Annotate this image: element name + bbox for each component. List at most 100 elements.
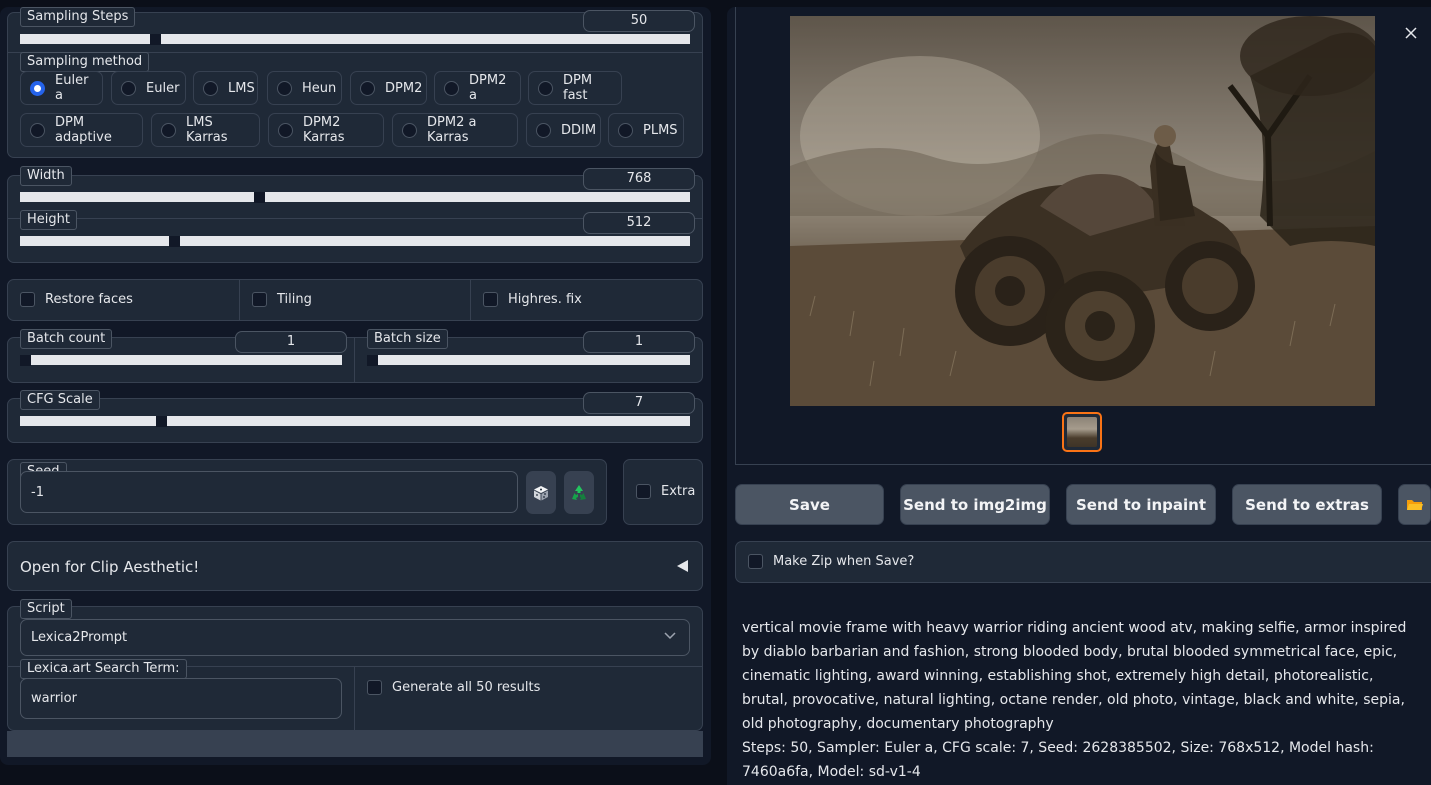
generation-prompt: vertical movie frame with heavy warrior … [742, 620, 1407, 732]
radio-dot [30, 122, 45, 138]
sampling-steps-input[interactable]: 50 [583, 10, 695, 32]
gallery-thumbnail[interactable] [1062, 412, 1102, 452]
checkbox-label: Make Zip when Save? [773, 554, 915, 569]
radio-label: DPM adaptive [55, 115, 112, 145]
cfg-scale-handle[interactable] [156, 416, 167, 427]
width-input[interactable]: 768 [583, 168, 695, 190]
width-slider[interactable] [20, 192, 690, 202]
divider [354, 667, 355, 730]
radio-label: Euler a [55, 73, 89, 103]
radio-euler[interactable]: Euler [111, 71, 186, 105]
radio-dpm2[interactable]: DPM2 [350, 71, 427, 105]
open-folder-button[interactable] [1398, 484, 1431, 525]
send-to-inpaint-button[interactable]: Send to inpaint [1066, 484, 1216, 525]
width-handle[interactable] [254, 192, 265, 203]
clip-aesthetic-title: Open for Clip Aesthetic! [20, 558, 200, 576]
radio-dpm2-a[interactable]: DPM2 a [434, 71, 521, 105]
checkbox-label: Restore faces [45, 292, 133, 307]
reuse-seed-button[interactable] [564, 471, 594, 514]
tiling-checkbox[interactable]: Tiling [252, 292, 312, 307]
height-slider[interactable] [20, 236, 690, 246]
extra-checkbox[interactable]: Extra [636, 484, 695, 499]
close-icon[interactable] [1404, 26, 1418, 40]
batch-size-handle[interactable] [367, 355, 378, 366]
script-select[interactable]: Lexica2Prompt [20, 619, 690, 656]
generated-image[interactable] [790, 16, 1375, 406]
thumbnail-image [1067, 417, 1097, 447]
radio-dot [278, 122, 293, 138]
send-to-extras-button[interactable]: Send to extras [1232, 484, 1382, 525]
height-label: Height [20, 210, 77, 230]
radio-dot [536, 122, 551, 138]
radio-label: DPM2 Karras [303, 115, 345, 145]
radio-label: Heun [302, 80, 337, 96]
checkbox-label: Highres. fix [508, 292, 582, 307]
radio-dot [444, 80, 459, 96]
generation-params: Steps: 50, Sampler: Euler a, CFG scale: … [742, 740, 1374, 780]
cfg-scale-slider[interactable] [20, 416, 690, 426]
radio-dpm-fast[interactable]: DPM fast [528, 71, 622, 105]
generate-all-checkbox[interactable]: Generate all 50 results [367, 680, 540, 695]
radio-ddim[interactable]: DDIM [526, 113, 601, 147]
checkbox-box [483, 292, 498, 307]
chevron-down-icon [664, 632, 676, 640]
radio-heun[interactable]: Heun [267, 71, 342, 105]
radio-plms[interactable]: PLMS [608, 113, 684, 147]
batch-count-label: Batch count [20, 329, 113, 349]
close-glyph [1405, 27, 1417, 39]
radio-label: LMS [228, 80, 255, 96]
script-label: Script [20, 599, 72, 619]
sampling-steps-slider[interactable] [20, 34, 690, 44]
height-handle[interactable] [169, 236, 180, 247]
batch-size-label: Batch size [367, 329, 448, 349]
batch-size-slider[interactable] [367, 355, 690, 365]
lexica-search-input[interactable]: warrior [20, 678, 342, 719]
restore-faces-checkbox[interactable]: Restore faces [20, 292, 133, 307]
checkbox-label: Tiling [277, 292, 312, 307]
radio-dpm2-a-karras[interactable]: DPM2 a Karras [392, 113, 518, 147]
radio-label: DDIM [561, 122, 597, 138]
radio-dot [161, 122, 176, 138]
radio-label: Euler [146, 80, 180, 96]
make-zip-checkbox[interactable]: Make Zip when Save? [748, 554, 914, 569]
recycle-icon [572, 484, 586, 500]
send-to-img2img-button[interactable]: Send to img2img [900, 484, 1050, 525]
radio-dot [360, 80, 375, 96]
radio-euler-a[interactable]: Euler a [20, 71, 103, 105]
radio-label: PLMS [643, 122, 678, 138]
radio-dot [618, 122, 633, 138]
batch-size-input[interactable]: 1 [583, 331, 695, 353]
radio-lms-karras[interactable]: LMS Karras [151, 113, 260, 147]
cfg-scale-input[interactable]: 7 [583, 392, 695, 414]
batch-count-slider[interactable] [20, 355, 342, 365]
sampling-steps-handle[interactable] [150, 34, 161, 45]
save-button[interactable]: Save [735, 484, 884, 525]
radio-dpm-adaptive[interactable]: DPM adaptive [20, 113, 143, 147]
script-select-value: Lexica2Prompt [31, 630, 128, 645]
radio-dot [203, 80, 218, 96]
dice-icon [534, 485, 548, 500]
lexica-search-label: Lexica.art Search Term: [20, 659, 187, 679]
radio-dpm2-karras[interactable]: DPM2 Karras [268, 113, 384, 147]
batch-count-handle[interactable] [20, 355, 31, 366]
height-input[interactable]: 512 [583, 212, 695, 234]
sampling-method-label: Sampling method [20, 52, 150, 72]
checkbox-label: Extra [661, 484, 696, 499]
checkbox-box [367, 680, 382, 695]
width-label: Width [20, 166, 72, 186]
random-seed-button[interactable] [526, 471, 556, 514]
bottom-bar [7, 731, 703, 757]
radio-dot [30, 80, 45, 96]
checkbox-label: Generate all 50 results [392, 680, 541, 695]
radio-label: DPM2 a Karras [427, 115, 477, 145]
divider [470, 280, 471, 320]
image-scene [790, 16, 1375, 406]
radio-lms[interactable]: LMS [193, 71, 258, 105]
checkbox-box [748, 554, 763, 569]
seed-input[interactable]: -1 [20, 471, 518, 513]
batch-count-input[interactable]: 1 [235, 331, 347, 353]
radio-label: DPM2 a [469, 73, 507, 103]
checkbox-box [636, 484, 651, 499]
highres-fix-checkbox[interactable]: Highres. fix [483, 292, 582, 307]
radio-label: LMS Karras [186, 115, 228, 145]
